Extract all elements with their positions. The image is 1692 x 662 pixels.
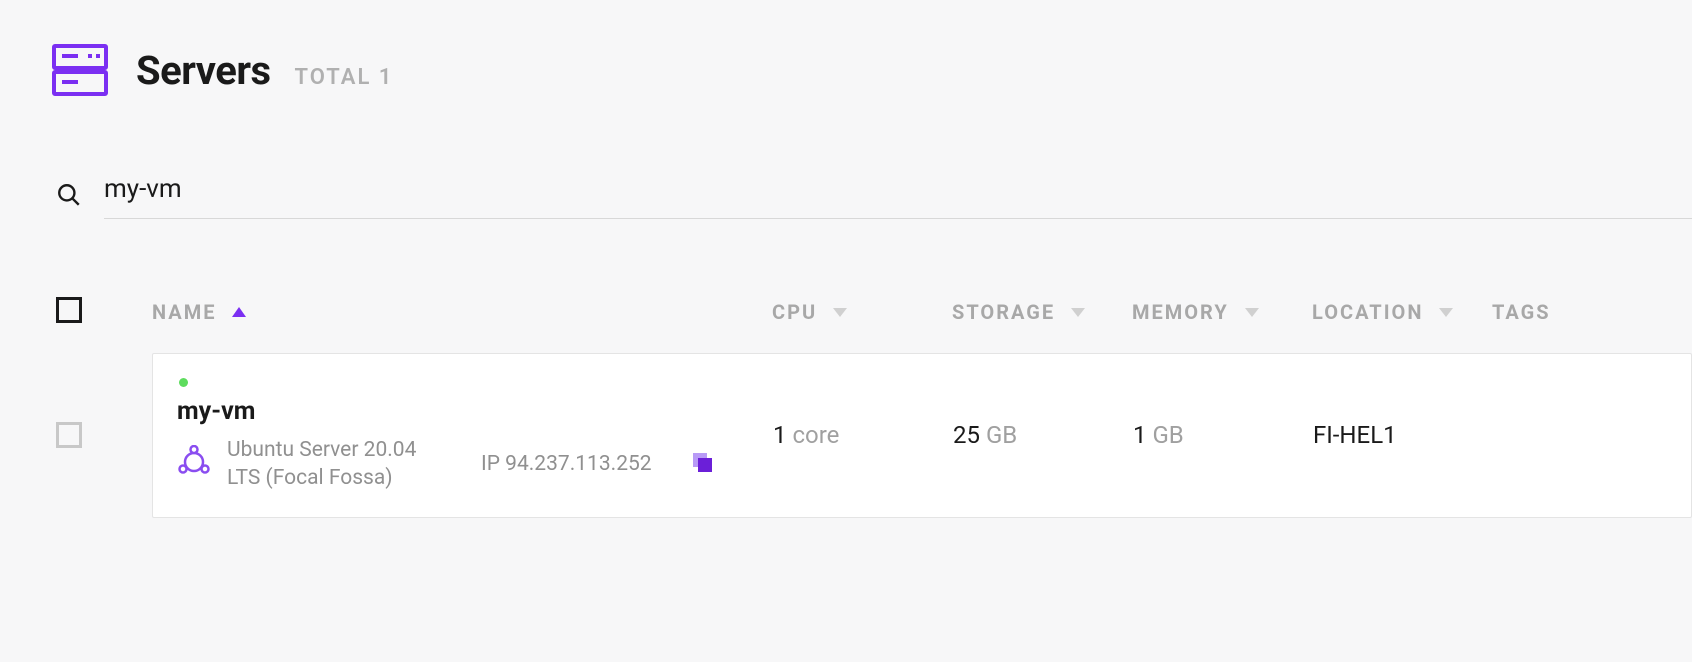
chevron-down-icon: [1071, 308, 1085, 317]
search-icon: [56, 182, 82, 212]
select-all-checkbox[interactable]: [56, 297, 82, 323]
server-os: Ubuntu Server 20.04 LTS (Focal Fossa): [227, 436, 437, 493]
copy-icon[interactable]: [690, 450, 714, 478]
location-cell: FI-HEL1: [1313, 421, 1493, 449]
column-header-storage[interactable]: STORAGE: [952, 300, 1132, 324]
storage-value: 25: [953, 421, 980, 449]
column-label: MEMORY: [1132, 300, 1229, 324]
server-ip: IP 94.237.113.252: [481, 452, 652, 476]
table-header-row: NAME CPU STORAGE MEMORY LOCATION TAGS: [52, 297, 1692, 353]
page-header: Servers TOTAL 1: [52, 44, 1692, 96]
cpu-unit: core: [792, 421, 839, 449]
chevron-down-icon: [1439, 308, 1453, 317]
sort-asc-icon: [232, 307, 246, 317]
server-name: my-vm: [177, 397, 757, 426]
table-row: my-vm Ubuntu Server 20.04 LTS (Focal Fos…: [52, 353, 1692, 518]
servers-table: NAME CPU STORAGE MEMORY LOCATION TAGS: [52, 297, 1692, 518]
column-header-name[interactable]: NAME: [152, 300, 772, 324]
column-header-cpu[interactable]: CPU: [772, 300, 952, 324]
storage-cell: 25 GB: [953, 421, 1133, 449]
search-input[interactable]: [104, 174, 1692, 204]
servers-icon: [52, 44, 108, 96]
cpu-value: 1: [773, 421, 787, 449]
status-indicator-icon: [179, 378, 188, 387]
column-header-memory[interactable]: MEMORY: [1132, 300, 1312, 324]
page-title: Servers: [136, 47, 271, 94]
server-card[interactable]: my-vm Ubuntu Server 20.04 LTS (Focal Fos…: [152, 353, 1692, 518]
column-label: NAME: [152, 300, 216, 324]
total-count-label: TOTAL 1: [295, 65, 394, 90]
search-bar: [52, 174, 1692, 219]
ubuntu-icon: [177, 445, 211, 483]
storage-unit: GB: [986, 421, 1017, 449]
location-value: FI-HEL1: [1313, 421, 1397, 449]
chevron-down-icon: [1245, 308, 1259, 317]
column-label: STORAGE: [952, 300, 1055, 324]
column-header-tags[interactable]: TAGS: [1492, 300, 1612, 324]
cpu-cell: 1 core: [773, 421, 953, 449]
memory-cell: 1 GB: [1133, 421, 1313, 449]
memory-unit: GB: [1152, 421, 1183, 449]
column-label: TAGS: [1492, 300, 1551, 324]
column-label: CPU: [772, 300, 817, 324]
column-header-location[interactable]: LOCATION: [1312, 300, 1492, 324]
column-label: LOCATION: [1312, 300, 1423, 324]
chevron-down-icon: [833, 308, 847, 317]
row-checkbox[interactable]: [56, 422, 82, 448]
memory-value: 1: [1133, 421, 1147, 449]
